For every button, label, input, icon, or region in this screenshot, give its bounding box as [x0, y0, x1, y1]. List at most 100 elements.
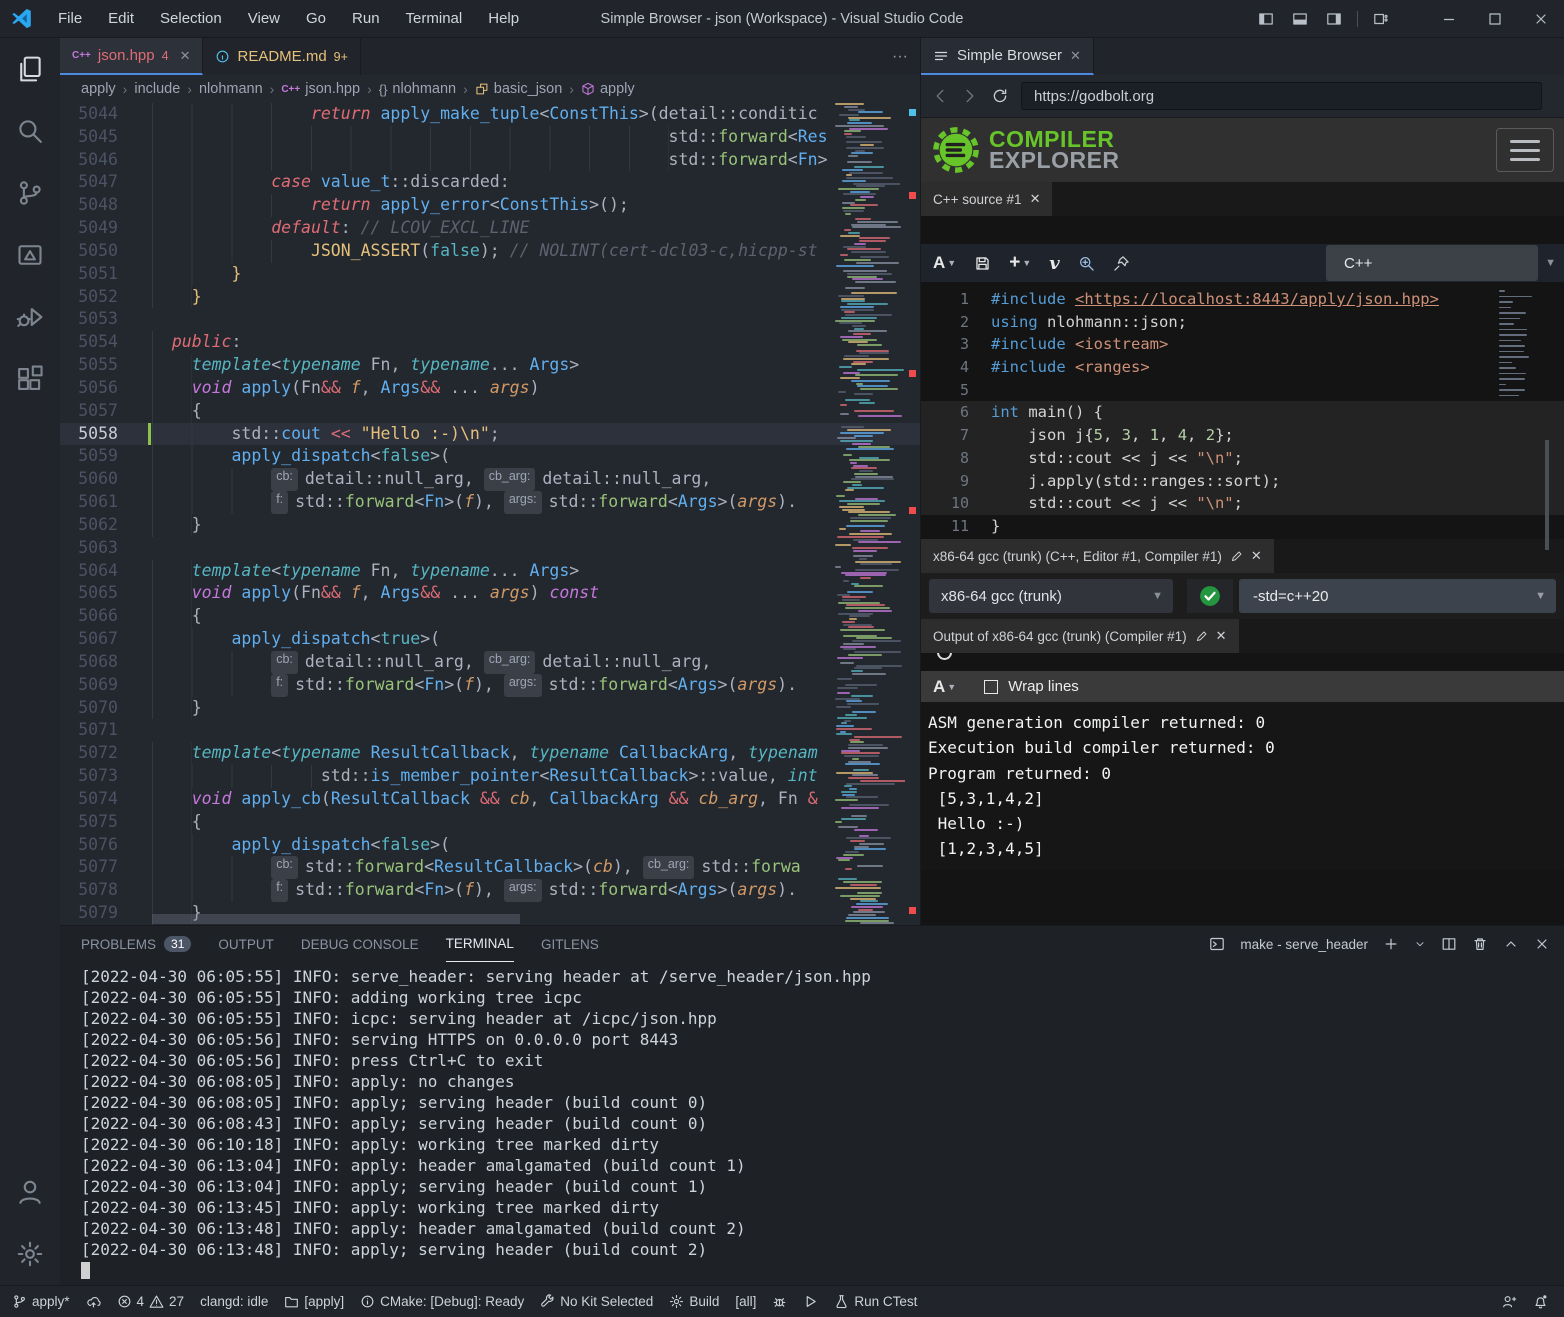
layout-sidebar-icon[interactable]	[1249, 0, 1283, 38]
horizontal-scrollbar[interactable]	[152, 914, 520, 924]
vim-mode-icon[interactable]: v	[1049, 253, 1059, 274]
code-line-5071: 5071	[60, 719, 920, 742]
status-kit-status[interactable]: No Kit Selected	[532, 1286, 661, 1317]
menu-view[interactable]: View	[235, 0, 293, 38]
breadcrumb-item[interactable]: C++json.hpp	[281, 81, 360, 97]
breadcrumb-item[interactable]: apply	[581, 81, 635, 97]
panel-tab-terminal[interactable]: TERMINAL	[446, 926, 514, 962]
menu-selection[interactable]: Selection	[147, 0, 235, 38]
reload-icon[interactable]	[991, 87, 1009, 105]
close-icon[interactable]	[1518, 0, 1564, 38]
url-input[interactable]: https://godbolt.org	[1021, 82, 1542, 110]
breadcrumb-item[interactable]: apply	[81, 81, 116, 97]
tab-output[interactable]: Output of x86-64 gcc (trunk) (Compiler #…	[921, 619, 1239, 653]
pencil-icon[interactable]	[1195, 630, 1208, 643]
minimize-icon[interactable]	[1426, 0, 1472, 38]
panel-tab-debug-console[interactable]: DEBUG CONSOLE	[301, 926, 419, 962]
status-debug-target[interactable]	[764, 1286, 795, 1317]
breadcrumb[interactable]: apply›include›nlohmann›C++json.hpp›{}nlo…	[60, 75, 920, 103]
activity-search-icon[interactable]	[0, 100, 60, 162]
menu-run[interactable]: Run	[339, 0, 393, 38]
close-icon[interactable]: ✕	[1070, 48, 1081, 64]
breadcrumb-item[interactable]: nlohmann	[199, 81, 263, 97]
menu-file[interactable]: File	[45, 0, 95, 38]
font-size-icon[interactable]: A▼	[933, 253, 956, 273]
forward-icon[interactable]	[961, 87, 979, 105]
menu-edit[interactable]: Edit	[95, 0, 147, 38]
status-folder-status[interactable]: [apply]	[276, 1286, 352, 1317]
status-problems-status[interactable]: 427	[109, 1286, 193, 1317]
wrap-lines-checkbox[interactable]	[984, 680, 998, 694]
activity-settings-gear-icon[interactable]	[0, 1223, 60, 1285]
terminal-line: [2022-04-30 06:05:55] INFO: icpc: servin…	[81, 1008, 871, 1029]
activity-source-control-icon[interactable]	[0, 162, 60, 224]
compiler-options-input[interactable]: -std=c++20 ▼	[1239, 579, 1556, 613]
activity-cmake-icon[interactable]	[0, 224, 60, 286]
font-size-icon[interactable]: A▼	[933, 677, 956, 697]
layout-customize-icon[interactable]	[1364, 0, 1398, 38]
tab-json.hpp[interactable]: C++json.hpp4✕	[60, 38, 203, 75]
close-icon[interactable]: ✕	[1216, 628, 1227, 644]
code-editor[interactable]: 5044return apply_make_tuple<ConstThis>(d…	[60, 103, 920, 925]
close-icon[interactable]: ✕	[1251, 548, 1262, 564]
activity-account-icon[interactable]	[0, 1161, 60, 1223]
status-feedback[interactable]	[1494, 1286, 1525, 1317]
chevron-up-icon[interactable]	[1503, 936, 1519, 952]
zoom-in-icon[interactable]	[1078, 255, 1095, 272]
status-notifications[interactable]	[1525, 1286, 1556, 1317]
minimap[interactable]	[835, 103, 905, 925]
menu-help[interactable]: Help	[475, 0, 532, 38]
browser-scrollbar[interactable]	[1545, 440, 1549, 550]
status-cmake-status[interactable]: CMake: [Debug]: Ready	[352, 1286, 532, 1317]
maximize-icon[interactable]	[1472, 0, 1518, 38]
close-icon[interactable]: ✕	[1030, 191, 1041, 207]
split-icon[interactable]	[1441, 936, 1457, 952]
cmake-icon	[16, 241, 44, 269]
code-line-5075: 5075{	[60, 811, 920, 834]
editor-more-actions[interactable]: ···	[892, 38, 920, 75]
hamburger-menu-icon[interactable]	[1496, 128, 1554, 172]
terminal-content[interactable]: [2022-04-30 06:05:55] INFO: serve_header…	[60, 966, 871, 1281]
menu-terminal[interactable]: Terminal	[393, 0, 476, 38]
status-build-status[interactable]: Build	[661, 1286, 727, 1317]
trash-icon[interactable]	[1472, 936, 1488, 952]
close-icon[interactable]: ✕	[180, 48, 191, 64]
close-icon[interactable]	[1534, 936, 1550, 952]
breadcrumb-item[interactable]: include	[134, 81, 180, 97]
pin-icon[interactable]	[1113, 255, 1130, 272]
panel-tab-gitlens[interactable]: GITLENS	[541, 926, 599, 962]
breadcrumb-item[interactable]: {}nlohmann	[379, 81, 456, 97]
plus-icon[interactable]	[1383, 936, 1399, 952]
terminal-title[interactable]: make - serve_header	[1240, 937, 1368, 952]
activity-debug-icon[interactable]	[0, 286, 60, 348]
tab-simple-browser[interactable]: Simple Browser ✕	[921, 38, 1094, 75]
back-icon[interactable]	[931, 87, 949, 105]
activity-files-icon[interactable]	[0, 38, 60, 100]
add-pane-icon[interactable]: +▼	[1009, 252, 1031, 274]
panel-tab-problems[interactable]: PROBLEMS31	[81, 926, 191, 962]
status-branch-status[interactable]: apply*	[4, 1286, 78, 1317]
browser-code-editor[interactable]: 1#include <https://localhost:8443/apply/…	[921, 282, 1564, 539]
tab-cpp-source[interactable]: C++ source #1 ✕	[921, 182, 1052, 216]
layout-right-icon[interactable]	[1317, 0, 1351, 38]
language-select[interactable]: C++	[1326, 245, 1538, 281]
pencil-icon[interactable]	[1230, 550, 1243, 563]
status-clangd-status[interactable]: clangd: idle	[192, 1286, 276, 1317]
compiler-select[interactable]: x86-64 gcc (trunk) ▼	[929, 579, 1173, 613]
chevron-down-icon[interactable]	[1414, 938, 1426, 950]
status-sync-status[interactable]	[78, 1286, 109, 1317]
layout-panel-icon[interactable]	[1283, 0, 1317, 38]
output-line: Program returned: 0	[928, 761, 1564, 786]
save-icon[interactable]	[974, 255, 991, 272]
status-ctest-status[interactable]: Run CTest	[826, 1286, 925, 1317]
status-build-target[interactable]: [all]	[727, 1286, 764, 1317]
tab-compiler[interactable]: x86-64 gcc (trunk) (C++, Editor #1, Comp…	[921, 539, 1274, 573]
breadcrumb-separator: ›	[270, 81, 275, 97]
chevron-down-icon[interactable]: ▼	[1545, 257, 1556, 269]
panel-tab-output[interactable]: OUTPUT	[218, 926, 274, 962]
breadcrumb-item[interactable]: basic_json	[475, 81, 563, 97]
activity-extensions-icon[interactable]	[0, 348, 60, 410]
tab-README.md[interactable]: README.md9+	[203, 38, 360, 75]
menu-go[interactable]: Go	[293, 0, 339, 38]
status-launch-target[interactable]	[795, 1286, 826, 1317]
